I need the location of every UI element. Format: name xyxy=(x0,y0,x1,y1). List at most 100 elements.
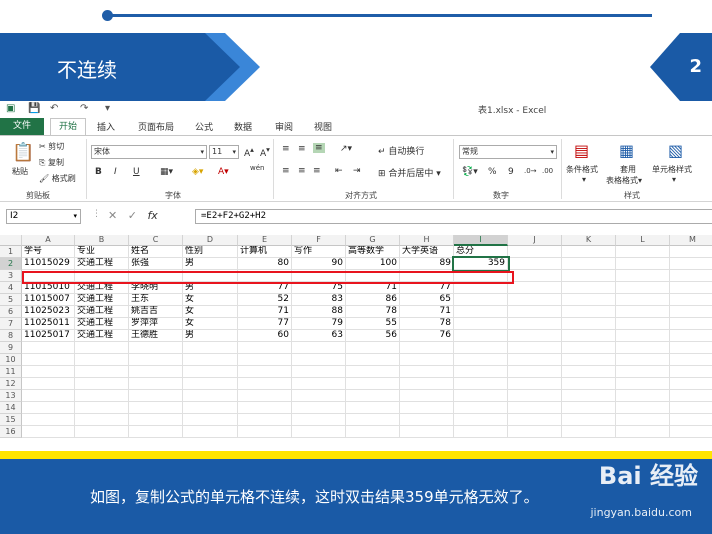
table-cell[interactable]: 写作 xyxy=(292,246,346,258)
table-cell[interactable] xyxy=(670,246,712,258)
table-cell[interactable] xyxy=(400,414,454,426)
table-cell[interactable] xyxy=(183,402,238,414)
table-cell[interactable] xyxy=(508,258,562,270)
table-cell[interactable]: 359 xyxy=(452,256,510,272)
table-cell[interactable] xyxy=(75,342,129,354)
row-header[interactable]: 7 xyxy=(0,318,22,330)
table-cell[interactable] xyxy=(292,390,346,402)
table-cell[interactable] xyxy=(670,282,712,294)
table-cell[interactable] xyxy=(616,402,670,414)
table-cell[interactable] xyxy=(400,366,454,378)
column-header[interactable]: H xyxy=(400,235,454,246)
table-cell[interactable] xyxy=(616,306,670,318)
table-cell[interactable] xyxy=(562,342,616,354)
table-cell[interactable] xyxy=(238,366,292,378)
table-cell[interactable] xyxy=(508,378,562,390)
table-cell[interactable]: 80 xyxy=(238,258,292,270)
table-cell[interactable] xyxy=(400,354,454,366)
table-cell[interactable]: 总分 xyxy=(454,246,508,258)
table-cell[interactable] xyxy=(129,426,183,438)
table-cell[interactable]: 交通工程 xyxy=(75,258,129,270)
fill-color-icon[interactable]: ◈▾ xyxy=(192,167,203,177)
name-box[interactable]: I2 ▾ xyxy=(6,209,81,224)
table-cell[interactable] xyxy=(670,342,712,354)
table-cell[interactable] xyxy=(22,414,75,426)
table-cell[interactable]: 11025017 xyxy=(22,330,75,342)
table-cell[interactable] xyxy=(454,426,508,438)
table-cell[interactable] xyxy=(238,426,292,438)
table-cell[interactable] xyxy=(670,378,712,390)
table-cell[interactable] xyxy=(22,354,75,366)
table-cell[interactable] xyxy=(292,414,346,426)
table-cell[interactable] xyxy=(562,354,616,366)
table-cell[interactable] xyxy=(616,342,670,354)
table-cell[interactable] xyxy=(670,390,712,402)
row-header[interactable]: 8 xyxy=(0,330,22,342)
table-cell[interactable] xyxy=(562,390,616,402)
table-cell[interactable] xyxy=(292,354,346,366)
table-cell[interactable]: 71 xyxy=(238,306,292,318)
column-header[interactable]: C xyxy=(129,235,183,246)
increase-decimal-icon[interactable]: .0→ xyxy=(524,167,537,175)
table-cell[interactable] xyxy=(670,402,712,414)
table-cell[interactable] xyxy=(508,270,562,282)
table-cell[interactable] xyxy=(508,402,562,414)
bold-button[interactable]: B xyxy=(95,167,102,177)
table-cell[interactable]: 王东 xyxy=(129,294,183,306)
table-cell[interactable] xyxy=(562,366,616,378)
tab-view[interactable]: 视图 xyxy=(314,120,332,133)
row-header[interactable]: 10 xyxy=(0,354,22,366)
align-middle-icon[interactable]: ≡ xyxy=(298,144,306,154)
font-size-combo[interactable]: 11 ▾ xyxy=(209,145,239,159)
table-cell[interactable] xyxy=(346,402,400,414)
table-cell[interactable] xyxy=(616,390,670,402)
table-cell[interactable] xyxy=(616,414,670,426)
table-cell[interactable] xyxy=(454,342,508,354)
table-cell[interactable] xyxy=(346,390,400,402)
table-cell[interactable] xyxy=(508,354,562,366)
number-format-combo[interactable]: 常规 ▾ xyxy=(459,145,557,159)
table-cell[interactable] xyxy=(400,342,454,354)
table-cell[interactable] xyxy=(292,342,346,354)
table-cell[interactable] xyxy=(75,378,129,390)
column-header[interactable]: B xyxy=(75,235,129,246)
table-cell[interactable] xyxy=(454,414,508,426)
table-cell[interactable]: 高等数学 xyxy=(346,246,400,258)
table-cell[interactable] xyxy=(508,330,562,342)
table-cell[interactable] xyxy=(183,366,238,378)
formula-input[interactable]: =E2+F2+G2+H2 xyxy=(195,209,712,224)
table-cell[interactable] xyxy=(346,378,400,390)
cancel-icon[interactable]: ✕ xyxy=(108,209,117,222)
table-cell[interactable] xyxy=(508,414,562,426)
column-header[interactable]: K xyxy=(562,235,616,246)
row-header[interactable]: 11 xyxy=(0,366,22,378)
table-cell[interactable] xyxy=(346,426,400,438)
table-cell[interactable] xyxy=(400,378,454,390)
shrink-font-icon[interactable]: A▾ xyxy=(260,145,270,159)
table-cell[interactable]: 65 xyxy=(400,294,454,306)
table-cell[interactable] xyxy=(670,270,712,282)
table-cell[interactable] xyxy=(670,330,712,342)
table-cell[interactable]: 89 xyxy=(400,258,454,270)
align-top-icon[interactable]: ≡ xyxy=(282,144,290,154)
table-cell[interactable] xyxy=(75,414,129,426)
table-cell[interactable] xyxy=(616,270,670,282)
table-cell[interactable] xyxy=(616,366,670,378)
paste-icon[interactable]: 📋 xyxy=(12,142,34,163)
save-icon[interactable]: 💾 xyxy=(28,103,40,114)
table-cell[interactable]: 60 xyxy=(238,330,292,342)
table-cell[interactable] xyxy=(75,390,129,402)
table-cell[interactable] xyxy=(562,258,616,270)
table-cell[interactable]: 78 xyxy=(400,318,454,330)
column-header[interactable]: G xyxy=(346,235,400,246)
enter-icon[interactable]: ✓ xyxy=(128,209,137,222)
table-cell[interactable] xyxy=(183,426,238,438)
column-header[interactable]: D xyxy=(183,235,238,246)
row-header[interactable]: 9 xyxy=(0,342,22,354)
table-cell[interactable] xyxy=(183,342,238,354)
table-cell[interactable]: 77 xyxy=(238,318,292,330)
table-cell[interactable] xyxy=(670,318,712,330)
table-cell[interactable] xyxy=(454,294,508,306)
table-cell[interactable] xyxy=(129,402,183,414)
underline-button[interactable]: U xyxy=(133,167,140,177)
